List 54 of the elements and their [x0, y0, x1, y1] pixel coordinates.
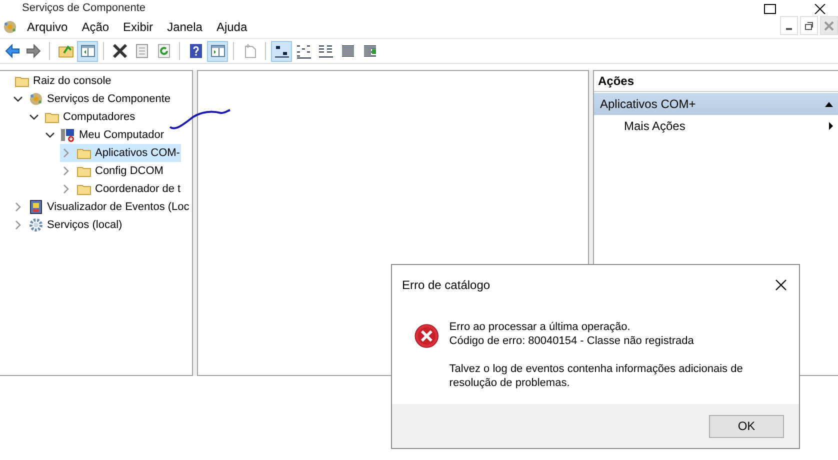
tree-item[interactable]: Coordenador de t	[60, 180, 182, 198]
tree-item[interactable]: Aplicativos COM-	[60, 144, 181, 162]
tree-item[interactable]: Visualizador de Eventos (Loc	[12, 198, 190, 216]
forward-arrow-icon	[26, 43, 42, 59]
tree-item[interactable]: Raiz do console	[0, 72, 112, 90]
computer-icon	[60, 127, 76, 143]
restore-button[interactable]	[800, 16, 818, 35]
gear-icon	[28, 217, 44, 233]
close-icon[interactable]	[814, 4, 826, 14]
custom-view-icon	[362, 43, 378, 59]
menu-item[interactable]: Exibir	[118, 18, 158, 36]
hint-text: Talvez o log de eventos contenha informações adicionais de resolução de problemas.	[449, 362, 744, 390]
close-icon[interactable]	[775, 279, 787, 291]
tree-item[interactable]: Computadores	[28, 108, 136, 126]
error-message: Erro ao processar a última operação.	[449, 320, 632, 334]
action-link[interactable]: Mais Ações	[624, 119, 686, 133]
properties-icon	[134, 43, 150, 59]
menu-item[interactable]: Janela	[162, 18, 208, 36]
window-title: Serviços de Componente	[22, 2, 146, 14]
menu-item[interactable]: Ajuda	[211, 18, 252, 36]
pen-scribble-drawing	[169, 107, 231, 131]
toolbar-button[interactable]	[271, 40, 292, 62]
tree-pane-icon	[80, 43, 96, 59]
close-icon	[824, 20, 834, 30]
restore-icon	[804, 20, 814, 30]
component-icon	[2, 19, 18, 35]
menu-item[interactable]: Ação	[76, 18, 114, 36]
pane-heading: Ações	[594, 71, 838, 92]
menu-item[interactable]: Arquivo	[22, 18, 73, 36]
large-icons-view-icon	[274, 43, 290, 59]
ok-button[interactable]: OK	[709, 414, 784, 438]
tree-item[interactable]: Config DCOM	[60, 162, 164, 180]
collapse-triangle-icon[interactable]	[824, 100, 834, 108]
event-log-icon	[28, 199, 44, 215]
back-arrow-icon	[4, 43, 20, 59]
delete-x-icon	[112, 43, 128, 59]
submenu-arrow-icon	[828, 121, 834, 131]
action-pane-icon	[210, 43, 226, 59]
maximize-icon[interactable]	[764, 4, 776, 14]
minimize-icon	[786, 28, 792, 30]
minimize-button[interactable]	[780, 16, 798, 35]
help-icon	[188, 43, 204, 59]
details-view-icon	[340, 43, 356, 59]
folder-up-icon	[58, 43, 74, 59]
tree-item[interactable]: Serviços (local)	[12, 216, 124, 234]
dialog-title: Erro de catálogo	[402, 278, 490, 292]
small-icons-view-icon	[296, 43, 312, 59]
refresh-icon	[156, 43, 172, 59]
component-icon	[28, 91, 44, 107]
error-message: Código de erro: 80040154 - Classe não registrada	[449, 334, 695, 348]
tree-item[interactable]: Meu Computador	[44, 126, 165, 144]
tree-item[interactable]: Serviços de Componente	[12, 90, 172, 108]
list-view-icon	[318, 43, 334, 59]
section-header[interactable]: Aplicativos COM+	[594, 93, 838, 115]
